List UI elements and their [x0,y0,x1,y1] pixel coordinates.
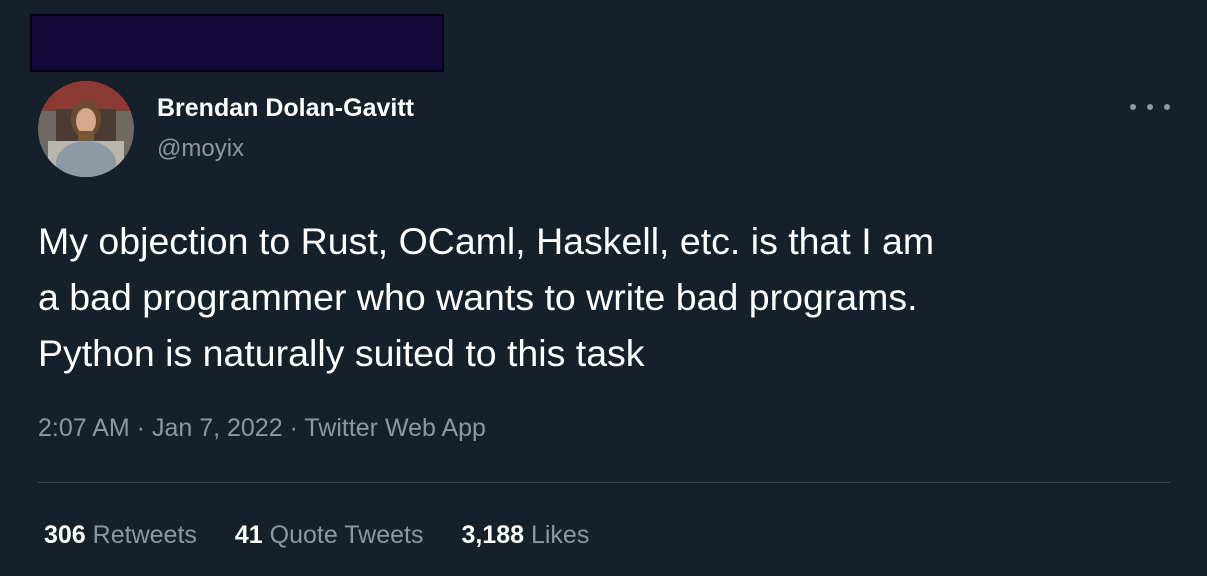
author-handle[interactable]: @moyix [157,134,244,164]
retweets-count: 306 [44,521,86,549]
tweet-line: My objection to Rust, OCaml, Haskell, et… [38,220,935,262]
separator: · [282,414,305,442]
tweet-line: a bad programmer who wants to write bad … [38,276,918,318]
retweets-stat[interactable]: 306 Retweets [44,518,197,552]
dot [1164,104,1170,110]
tweet-line: Python is naturally suited to this task [38,332,645,374]
likes-stat[interactable]: 3,188 Likes [461,518,589,552]
retweets-label: Retweets [92,521,197,549]
likes-count: 3,188 [461,521,525,549]
quote-tweets-label: Quote Tweets [269,521,424,549]
dot [1130,104,1136,110]
likes-label: Likes [530,521,590,549]
quote-tweets-count: 41 [234,521,263,549]
tweet-text: My objection to Rust, OCaml, Haskell, et… [38,213,1178,381]
source-app-link[interactable]: Twitter Web App [304,414,486,442]
dot [1147,104,1153,110]
tweet-date[interactable]: Jan 7, 2022 [152,414,283,442]
more-icon[interactable] [1130,96,1170,118]
separator: · [129,414,152,442]
avatar[interactable] [38,81,134,177]
divider [38,482,1170,483]
author-name[interactable]: Brendan Dolan-Gavitt [157,93,414,123]
redaction-bar [30,14,444,72]
quote-tweets-stat[interactable]: 41 Quote Tweets [235,518,424,552]
engagement-stats: 306 Retweets 41 Quote Tweets 3,188 Likes [44,518,627,552]
tweet-time[interactable]: 2:07 AM [38,414,130,442]
tweet-metadata: 2:07 AM · Jan 7, 2022 · Twitter Web App [38,411,486,445]
profile-photo-icon [38,81,134,177]
